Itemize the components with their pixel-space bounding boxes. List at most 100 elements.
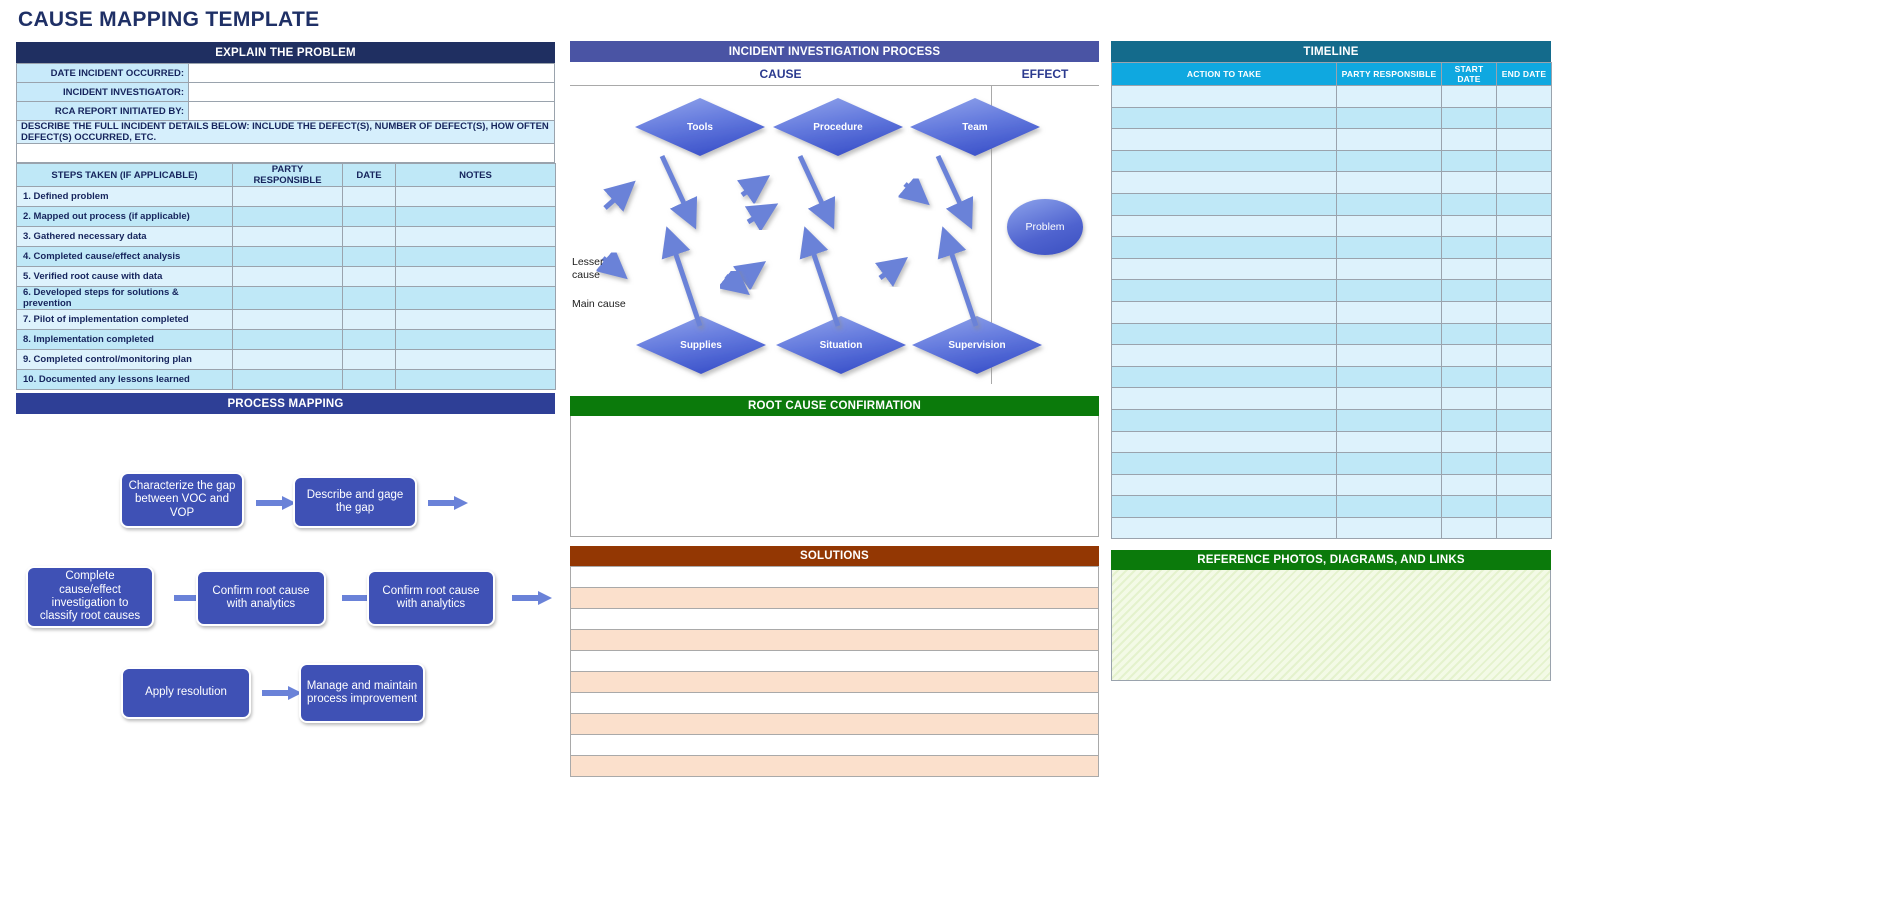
fishbone-effect-problem-node[interactable]: Problem — [1007, 199, 1083, 255]
date-incident-occurred-input[interactable] — [188, 63, 555, 83]
timeline-action-cell[interactable] — [1111, 279, 1337, 302]
step-date-cell[interactable] — [342, 309, 396, 330]
step-party-cell[interactable] — [232, 186, 343, 207]
timeline-party-cell[interactable] — [1336, 171, 1442, 194]
step-party-cell[interactable] — [232, 266, 343, 287]
step-party-cell[interactable] — [232, 206, 343, 227]
step-party-cell[interactable] — [232, 369, 343, 390]
step-party-cell[interactable] — [232, 349, 343, 370]
step-notes-cell[interactable] — [395, 206, 556, 227]
timeline-start-cell[interactable] — [1441, 149, 1497, 173]
solution-cell[interactable] — [570, 629, 1099, 651]
step-party-cell[interactable] — [232, 309, 343, 330]
timeline-party-cell[interactable] — [1336, 149, 1442, 173]
fishbone-category-team[interactable]: Team — [925, 113, 1025, 141]
solution-cell[interactable] — [570, 755, 1099, 777]
step-date-cell[interactable] — [342, 206, 396, 227]
timeline-end-cell[interactable] — [1496, 214, 1552, 238]
solution-cell[interactable] — [570, 608, 1099, 630]
timeline-party-cell[interactable] — [1336, 452, 1442, 475]
timeline-action-cell[interactable] — [1111, 473, 1337, 497]
solution-cell[interactable] — [570, 671, 1099, 693]
timeline-action-cell[interactable] — [1111, 106, 1337, 130]
timeline-party-cell[interactable] — [1336, 214, 1442, 238]
step-notes-cell[interactable] — [395, 309, 556, 330]
timeline-start-cell[interactable] — [1441, 279, 1497, 302]
timeline-end-cell[interactable] — [1496, 473, 1552, 497]
timeline-end-cell[interactable] — [1496, 408, 1552, 432]
process-box-describe-gage[interactable]: Describe and gage the gap — [293, 476, 417, 528]
timeline-action-cell[interactable] — [1111, 516, 1337, 540]
timeline-party-cell[interactable] — [1336, 344, 1442, 367]
timeline-end-cell[interactable] — [1496, 387, 1552, 410]
timeline-start-cell[interactable] — [1441, 473, 1497, 497]
timeline-end-cell[interactable] — [1496, 106, 1552, 130]
timeline-party-cell[interactable] — [1336, 473, 1442, 497]
process-box-characterize-gap[interactable]: Characterize the gap between VOC and VOP — [120, 472, 244, 528]
timeline-start-cell[interactable] — [1441, 322, 1497, 346]
step-date-cell[interactable] — [342, 246, 396, 267]
step-date-cell[interactable] — [342, 286, 396, 310]
timeline-start-cell[interactable] — [1441, 171, 1497, 194]
fishbone-category-tools[interactable]: Tools — [650, 113, 750, 141]
timeline-party-cell[interactable] — [1336, 300, 1442, 324]
timeline-party-cell[interactable] — [1336, 106, 1442, 130]
timeline-party-cell[interactable] — [1336, 430, 1442, 454]
fishbone-category-procedure[interactable]: Procedure — [788, 113, 888, 141]
step-date-cell[interactable] — [342, 329, 396, 350]
step-date-cell[interactable] — [342, 349, 396, 370]
timeline-start-cell[interactable] — [1441, 365, 1497, 389]
step-party-cell[interactable] — [232, 246, 343, 267]
fishbone-category-supervision[interactable]: Supervision — [927, 331, 1027, 359]
timeline-party-cell[interactable] — [1336, 408, 1442, 432]
step-notes-cell[interactable] — [395, 369, 556, 390]
step-party-cell[interactable] — [232, 286, 343, 310]
timeline-action-cell[interactable] — [1111, 128, 1337, 151]
step-notes-cell[interactable] — [395, 286, 556, 310]
timeline-start-cell[interactable] — [1441, 300, 1497, 324]
timeline-party-cell[interactable] — [1336, 516, 1442, 540]
process-box-manage-maintain[interactable]: Manage and maintain process improvement — [299, 663, 425, 723]
solution-cell[interactable] — [570, 587, 1099, 609]
timeline-end-cell[interactable] — [1496, 322, 1552, 346]
timeline-start-cell[interactable] — [1441, 516, 1497, 540]
timeline-start-cell[interactable] — [1441, 408, 1497, 432]
step-notes-cell[interactable] — [395, 186, 556, 207]
timeline-start-cell[interactable] — [1441, 214, 1497, 238]
incident-investigator-input[interactable] — [188, 82, 555, 102]
timeline-action-cell[interactable] — [1111, 214, 1337, 238]
root-cause-confirmation-textarea[interactable] — [570, 416, 1099, 537]
timeline-start-cell[interactable] — [1441, 85, 1497, 108]
timeline-party-cell[interactable] — [1336, 387, 1442, 410]
timeline-end-cell[interactable] — [1496, 279, 1552, 302]
step-party-cell[interactable] — [232, 329, 343, 350]
step-notes-cell[interactable] — [395, 266, 556, 287]
step-date-cell[interactable] — [342, 186, 396, 207]
timeline-party-cell[interactable] — [1336, 257, 1442, 281]
timeline-action-cell[interactable] — [1111, 430, 1337, 454]
timeline-start-cell[interactable] — [1441, 495, 1497, 518]
timeline-party-cell[interactable] — [1336, 322, 1442, 346]
timeline-party-cell[interactable] — [1336, 128, 1442, 151]
timeline-end-cell[interactable] — [1496, 344, 1552, 367]
timeline-end-cell[interactable] — [1496, 430, 1552, 454]
solution-cell[interactable] — [570, 650, 1099, 672]
solution-cell[interactable] — [570, 713, 1099, 735]
timeline-action-cell[interactable] — [1111, 387, 1337, 410]
solution-cell[interactable] — [570, 566, 1099, 588]
timeline-end-cell[interactable] — [1496, 300, 1552, 324]
timeline-start-cell[interactable] — [1441, 430, 1497, 454]
timeline-action-cell[interactable] — [1111, 408, 1337, 432]
timeline-party-cell[interactable] — [1336, 85, 1442, 108]
timeline-party-cell[interactable] — [1336, 365, 1442, 389]
timeline-party-cell[interactable] — [1336, 192, 1442, 216]
step-notes-cell[interactable] — [395, 349, 556, 370]
timeline-action-cell[interactable] — [1111, 365, 1337, 389]
process-box-apply-resolution[interactable]: Apply resolution — [121, 667, 251, 719]
reference-photos-dropzone[interactable] — [1111, 570, 1551, 682]
timeline-action-cell[interactable] — [1111, 149, 1337, 173]
timeline-end-cell[interactable] — [1496, 85, 1552, 108]
timeline-start-cell[interactable] — [1441, 192, 1497, 216]
fishbone-category-situation[interactable]: Situation — [791, 331, 891, 359]
timeline-end-cell[interactable] — [1496, 236, 1552, 259]
